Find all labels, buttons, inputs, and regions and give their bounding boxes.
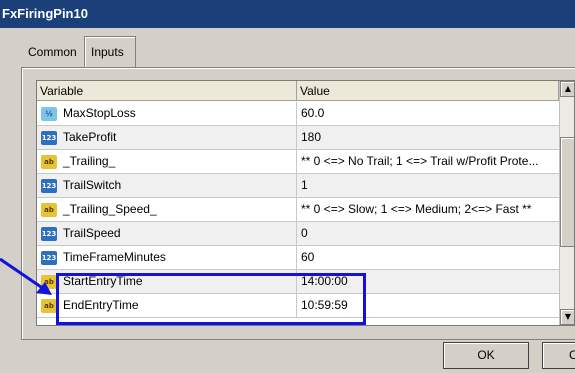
tab-inputs[interactable]: Inputs: [84, 36, 136, 68]
table-row[interactable]: ab _Trailing_ ** 0 <=> No Trail; 1 <=> T…: [37, 150, 559, 174]
variable-name: TimeFrameMinutes: [63, 250, 166, 264]
scroll-thumb[interactable]: [560, 137, 574, 247]
vertical-scrollbar[interactable]: ▲ ▼: [559, 81, 574, 325]
variable-name: _Trailing_Speed_: [63, 202, 157, 216]
value-cell[interactable]: ** 0 <=> No Trail; 1 <=> Trail w/Profit …: [297, 150, 559, 173]
tab-common[interactable]: Common: [22, 40, 86, 66]
value-cell[interactable]: 1: [297, 174, 559, 197]
scroll-up-icon[interactable]: ▲: [560, 81, 574, 97]
variable-cell: ab _Trailing_Speed_: [37, 198, 297, 221]
ok-button[interactable]: OK: [443, 342, 529, 369]
scroll-down-icon[interactable]: ▼: [560, 309, 574, 325]
variable-name: _Trailing_: [63, 154, 116, 168]
value-cell[interactable]: 180: [297, 126, 559, 149]
window-title: FxFiringPin10: [0, 0, 575, 28]
cancel-button[interactable]: C: [542, 342, 575, 369]
table-row[interactable]: 123 TrailSwitch 1: [37, 174, 559, 198]
variable-cell: 123 TakeProfit: [37, 126, 297, 149]
variable-name: TakeProfit: [63, 130, 117, 144]
table-row[interactable]: ab _Trailing_Speed_ ** 0 <=> Slow; 1 <=>…: [37, 198, 559, 222]
column-header-value[interactable]: Value: [297, 81, 559, 101]
grid-header: Variable Value: [37, 81, 574, 101]
variable-cell: 123 TrailSwitch: [37, 174, 297, 197]
variable-name: MaxStopLoss: [63, 106, 136, 120]
value-cell[interactable]: 0: [297, 222, 559, 245]
integer-icon: 123: [41, 179, 57, 193]
variable-cell: ab _Trailing_: [37, 150, 297, 173]
variable-name: TrailSpeed: [63, 226, 121, 240]
value-cell[interactable]: ** 0 <=> Slow; 1 <=> Medium; 2<=> Fast *…: [297, 198, 559, 221]
column-header-variable[interactable]: Variable: [37, 81, 297, 101]
pointer-arrow-icon: [0, 257, 52, 295]
string-icon: ab: [41, 155, 57, 169]
table-row[interactable]: ½ MaxStopLoss 60.0: [37, 102, 559, 126]
value-cell[interactable]: 60.0: [297, 102, 559, 125]
variable-cell: 123 TimeFrameMinutes: [37, 246, 297, 269]
double-icon: ½: [41, 107, 57, 121]
string-icon: ab: [41, 203, 57, 217]
variable-cell: ½ MaxStopLoss: [37, 102, 297, 125]
highlight-box: [56, 273, 366, 325]
table-row[interactable]: 123 TakeProfit 180: [37, 126, 559, 150]
integer-icon: 123: [41, 227, 57, 241]
integer-icon: 123: [41, 131, 57, 145]
table-row[interactable]: 123 TimeFrameMinutes 60: [37, 246, 559, 270]
variable-name: TrailSwitch: [63, 178, 122, 192]
table-row[interactable]: 123 TrailSpeed 0: [37, 222, 559, 246]
value-cell[interactable]: 60: [297, 246, 559, 269]
variable-cell: 123 TrailSpeed: [37, 222, 297, 245]
